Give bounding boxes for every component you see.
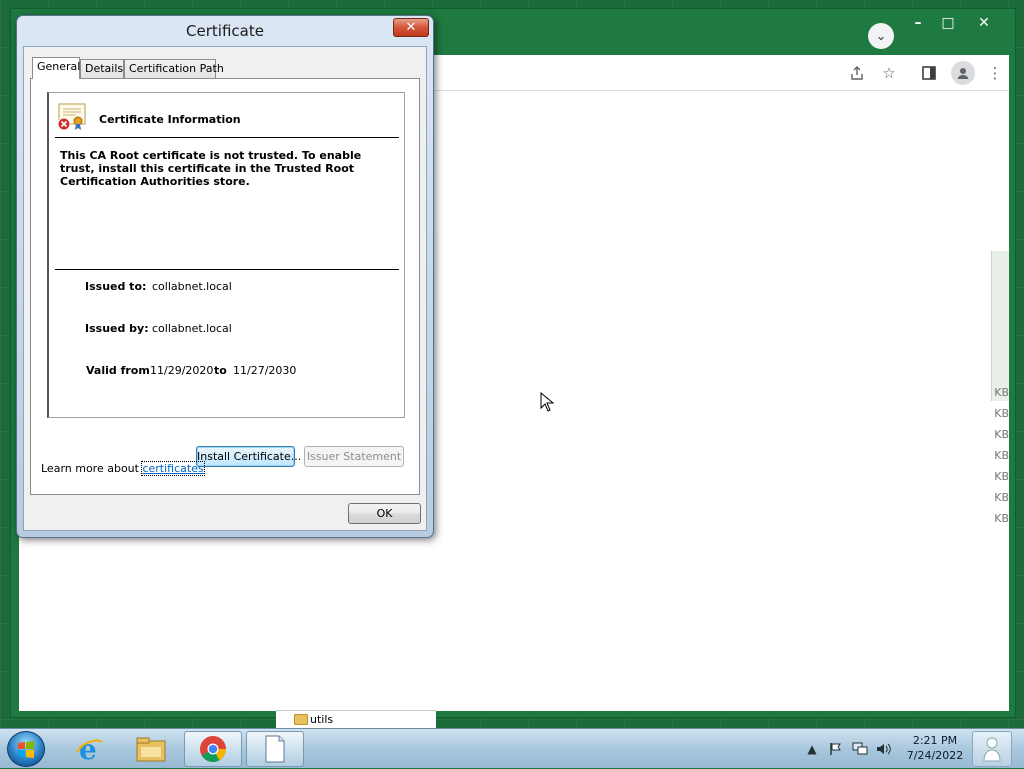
size-label: KB — [994, 428, 1009, 441]
user-icon[interactable] — [972, 731, 1012, 767]
size-column: KB KB KB KB KB KB KB — [991, 386, 1009, 533]
trust-warning-text: This CA Root certificate is not trusted.… — [60, 149, 362, 188]
dialog-body: General Details Certification Path Certi… — [23, 46, 427, 531]
size-label: KB — [994, 470, 1009, 483]
maximize-icon[interactable]: □ — [933, 13, 963, 33]
size-label: KB — [994, 449, 1009, 462]
install-certificate-button[interactable]: Install Certificate... — [196, 446, 301, 467]
issued-to-value: collabnet.local — [152, 280, 232, 293]
size-label: KB — [994, 407, 1009, 420]
file-explorer-icon[interactable] — [122, 731, 180, 767]
ok-button[interactable]: OK — [348, 503, 421, 524]
mouse-cursor-icon — [540, 391, 555, 412]
valid-to-label: to — [214, 364, 227, 377]
dialog-title: Certificate — [186, 22, 264, 40]
chrome-icon[interactable] — [184, 731, 242, 767]
taskbar-clock[interactable]: 2:21 PM 7/24/2022 — [900, 733, 970, 763]
issued-by-value: collabnet.local — [152, 322, 232, 335]
side-panel-icon[interactable] — [919, 63, 939, 83]
tab-details[interactable]: Details — [80, 59, 124, 78]
taskbar: e ▲ 2:21 PM 7/24/2022 — [0, 728, 1024, 768]
file-name: utils — [310, 713, 334, 726]
minimize-icon[interactable]: – — [903, 13, 933, 33]
tab-certification-path[interactable]: Certification Path — [124, 59, 224, 78]
learn-more-prefix: Learn more about — [41, 462, 139, 475]
profile-avatar-icon[interactable] — [951, 61, 975, 85]
notepad-document-icon[interactable] — [246, 731, 304, 767]
certificate-dialog: Certificate ✕ General Details Certificat… — [16, 15, 434, 538]
learn-more-text: Learn more about certificates — [41, 461, 205, 476]
issued-to-label: Issued to: — [85, 280, 147, 293]
issuer-statement-button[interactable]: Issuer Statement — [304, 446, 404, 467]
side-panel-strip — [991, 251, 1009, 401]
menu-kebab-icon[interactable]: ⋮ — [985, 63, 1005, 83]
action-center-flag-icon[interactable] — [828, 741, 844, 757]
background-file-row[interactable]: utils — [276, 710, 436, 728]
bookmark-star-icon[interactable]: ☆ — [879, 63, 899, 83]
size-label: KB — [994, 386, 1009, 399]
valid-to-value: 11/27/2030 — [233, 364, 297, 377]
certificate-error-icon — [56, 102, 88, 132]
network-icon[interactable] — [852, 741, 868, 757]
internet-explorer-icon[interactable]: e — [60, 731, 118, 767]
size-label: KB — [994, 512, 1009, 525]
tab-general[interactable]: General — [32, 57, 80, 79]
start-button-windows-icon[interactable] — [7, 731, 45, 767]
certificates-link[interactable]: certificates — [141, 461, 205, 476]
divider — [55, 137, 399, 138]
clock-date: 7/24/2022 — [906, 749, 964, 762]
share-icon[interactable] — [847, 63, 867, 83]
tab-search-icon[interactable]: ⌄ — [868, 23, 894, 49]
folder-icon — [294, 714, 308, 725]
certificate-info-box: Certificate Information This CA Root cer… — [47, 92, 405, 418]
certificate-info-heading: Certificate Information — [99, 113, 241, 126]
window-close-icon[interactable]: ✕ — [969, 13, 999, 33]
close-button[interactable]: ✕ — [393, 18, 429, 37]
divider — [55, 269, 399, 270]
valid-from-value: 11/29/2020 — [150, 364, 214, 377]
clock-time: 2:21 PM — [912, 734, 958, 747]
issued-by-label: Issued by: — [85, 322, 149, 335]
show-hidden-icons-icon[interactable]: ▲ — [804, 741, 820, 757]
general-tab-panel: Certificate Information This CA Root cer… — [30, 78, 420, 495]
volume-icon[interactable] — [876, 741, 892, 757]
valid-from-label: Valid from — [86, 364, 150, 377]
svg-text:e: e — [79, 734, 97, 764]
size-label: KB — [994, 491, 1009, 504]
